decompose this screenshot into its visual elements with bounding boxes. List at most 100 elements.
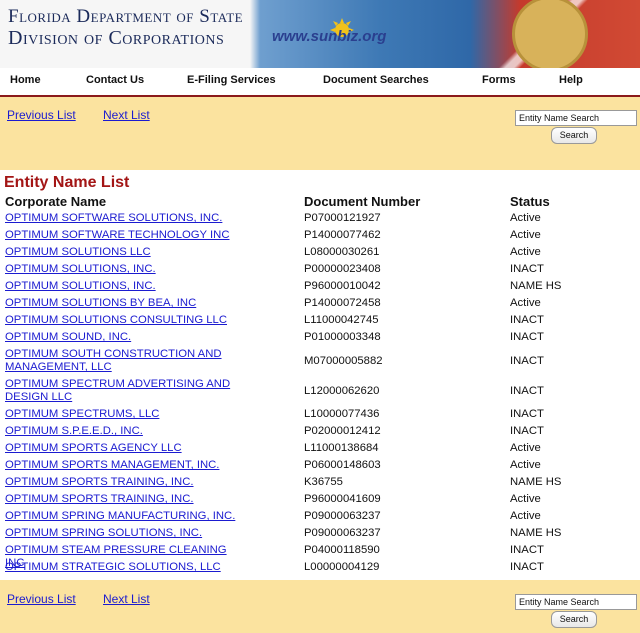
status: Active <box>510 297 541 309</box>
table-row: OPTIMUM SPRING SOLUTIONS, INC. P090000632… <box>0 526 640 543</box>
document-number: L10000077436 <box>304 408 380 420</box>
nav-home[interactable]: Home <box>10 74 41 86</box>
document-number: L11000042745 <box>304 314 379 326</box>
nav-efiling-services[interactable]: E-Filing Services <box>187 74 276 86</box>
status: INACT <box>510 263 544 275</box>
table-row: OPTIMUM SOUTH CONSTRUCTION AND MANAGEMEN… <box>0 347 640 377</box>
bottom-list-navigation: Previous List Next List Entity Name Sear… <box>0 580 640 633</box>
department-title: Florida Department of State <box>8 6 244 27</box>
status: Active <box>510 510 541 522</box>
table-row: OPTIMUM STRATEGIC SOLUTIONS, LLC L0000000… <box>0 560 640 577</box>
table-row: OPTIMUM SOLUTIONS CONSULTING LLC L1100004… <box>0 313 640 330</box>
status: Active <box>510 493 541 505</box>
corporate-name-link[interactable]: OPTIMUM SOLUTIONS BY BEA, INC <box>5 297 245 310</box>
document-number: L08000030261 <box>304 246 380 258</box>
document-number: L12000062620 <box>304 385 380 397</box>
table-row: OPTIMUM SOLUTIONS, INC. P96000010042 NAME … <box>0 279 640 296</box>
results-panel: Entity Name List Corporate Name Document… <box>0 170 640 580</box>
document-number: P04000118590 <box>304 544 380 556</box>
corporate-name-link[interactable]: OPTIMUM SOLUTIONS LLC <box>5 246 245 259</box>
status: INACT <box>510 385 544 397</box>
corporate-name-link[interactable]: OPTIMUM STRATEGIC SOLUTIONS, LLC <box>5 561 245 574</box>
search-button[interactable]: Search <box>551 127 597 144</box>
column-header-document-number: Document Number <box>304 194 421 209</box>
corporate-name-link[interactable]: OPTIMUM S.P.E.E.D., INC. <box>5 425 245 438</box>
document-number: L00000004129 <box>304 561 380 573</box>
table-row: OPTIMUM SPORTS AGENCY LLC L11000138684 Act… <box>0 441 640 458</box>
page-title: Entity Name List <box>4 174 130 191</box>
document-number: P06000148603 <box>304 459 381 471</box>
corporate-name-link[interactable]: OPTIMUM SPECTRUM ADVERTISING AND DESIGN … <box>5 378 245 404</box>
status: NAME HS <box>510 476 562 488</box>
entity-name-search-input-bottom[interactable]: Entity Name Search <box>515 594 637 610</box>
table-row: OPTIMUM STEAM PRESSURE CLEANING INC P0400… <box>0 543 640 569</box>
corporate-name-link[interactable]: OPTIMUM SPORTS TRAINING, INC. <box>5 493 245 506</box>
document-number: P14000077462 <box>304 229 381 241</box>
document-number: M07000005882 <box>304 355 383 367</box>
status: INACT <box>510 355 544 367</box>
main-nav: Home Contact Us E-Filing Services Docume… <box>0 68 640 97</box>
table-row: OPTIMUM SOUND, INC. P01000003348 INACT <box>0 330 640 347</box>
table-row: OPTIMUM SOFTWARE TECHNOLOGY INC P14000077… <box>0 228 640 245</box>
previous-list-link-bottom[interactable]: Previous List <box>7 592 76 606</box>
next-list-link-bottom[interactable]: Next List <box>103 592 150 606</box>
nav-forms[interactable]: Forms <box>482 74 516 86</box>
table-row: OPTIMUM S.P.E.E.D., INC. P02000012412 INAC… <box>0 424 640 441</box>
status: INACT <box>510 544 544 556</box>
status: INACT <box>510 425 544 437</box>
corporate-name-link[interactable]: OPTIMUM SPORTS MANAGEMENT, INC. <box>5 459 245 472</box>
table-row: OPTIMUM SPRING MANUFACTURING, INC. P09000… <box>0 509 640 526</box>
table-row: OPTIMUM SPORTS MANAGEMENT, INC. P06000148… <box>0 458 640 475</box>
column-header-status: Status <box>510 194 550 209</box>
table-row: OPTIMUM SOLUTIONS, INC. P00000023408 INACT <box>0 262 640 279</box>
corporate-name-link[interactable]: OPTIMUM SOFTWARE TECHNOLOGY INC <box>5 229 245 242</box>
corporate-name-link[interactable]: OPTIMUM SPORTS TRAINING, INC. <box>5 476 245 489</box>
next-list-link[interactable]: Next List <box>103 108 150 122</box>
sunbiz-logo-text: www.sunbiz.org <box>272 28 387 45</box>
table-row: OPTIMUM SPECTRUM ADVERTISING AND DESIGN … <box>0 377 640 407</box>
state-seal-icon <box>512 0 588 68</box>
status: Active <box>510 229 541 241</box>
document-number: P01000003348 <box>304 331 381 343</box>
status: NAME HS <box>510 280 562 292</box>
table-row: OPTIMUM SOFTWARE SOLUTIONS, INC. P0700012… <box>0 211 640 228</box>
document-number: P14000072458 <box>304 297 381 309</box>
table-row: OPTIMUM SOLUTIONS BY BEA, INC P1400007245… <box>0 296 640 313</box>
corporate-name-link[interactable]: OPTIMUM SPECTRUMS, LLC <box>5 408 245 421</box>
corporate-name-link[interactable]: OPTIMUM SPRING MANUFACTURING, INC. <box>5 510 245 523</box>
sunbiz-logo[interactable]: www.sunbiz.org <box>272 18 412 58</box>
document-number: P02000012412 <box>304 425 381 437</box>
corporate-name-link[interactable]: OPTIMUM SOLUTIONS, INC. <box>5 263 245 276</box>
previous-list-link[interactable]: Previous List <box>7 108 76 122</box>
column-header-corporate-name: Corporate Name <box>5 194 107 209</box>
entity-name-search-input[interactable]: Entity Name Search <box>515 110 637 126</box>
status: Active <box>510 212 541 224</box>
document-number: K36755 <box>304 476 343 488</box>
nav-document-searches[interactable]: Document Searches <box>323 74 429 86</box>
status: NAME HS <box>510 527 562 539</box>
table-row: OPTIMUM SPECTRUMS, LLC L10000077436 INACT <box>0 407 640 424</box>
document-number: P96000041609 <box>304 493 381 505</box>
top-list-navigation: Previous List Next List Entity Name Sear… <box>0 97 640 170</box>
search-button-bottom[interactable]: Search <box>551 611 597 628</box>
nav-contact-us[interactable]: Contact Us <box>86 74 144 86</box>
table-row: OPTIMUM SOLUTIONS LLC L08000030261 Active <box>0 245 640 262</box>
status: Active <box>510 442 541 454</box>
status: INACT <box>510 314 544 326</box>
nav-help[interactable]: Help <box>559 74 583 86</box>
corporate-name-link[interactable]: OPTIMUM SOUND, INC. <box>5 331 245 344</box>
status: INACT <box>510 408 544 420</box>
corporate-name-link[interactable]: OPTIMUM SOLUTIONS, INC. <box>5 280 245 293</box>
site-banner: Florida Department of State Division of … <box>0 0 640 68</box>
document-number: P09000063237 <box>304 527 381 539</box>
corporate-name-link[interactable]: OPTIMUM SOLUTIONS CONSULTING LLC <box>5 314 245 327</box>
document-number: P07000121927 <box>304 212 381 224</box>
corporate-name-link[interactable]: OPTIMUM SPORTS AGENCY LLC <box>5 442 245 455</box>
corporate-name-link[interactable]: OPTIMUM SOUTH CONSTRUCTION AND MANAGEMEN… <box>5 348 245 374</box>
corporate-name-link[interactable]: OPTIMUM SOFTWARE SOLUTIONS, INC. <box>5 212 245 225</box>
document-number: L11000138684 <box>304 442 379 454</box>
status: INACT <box>510 561 544 573</box>
corporate-name-link[interactable]: OPTIMUM SPRING SOLUTIONS, INC. <box>5 527 245 540</box>
table-row: OPTIMUM SPORTS TRAINING, INC. K36755 NAME … <box>0 475 640 492</box>
document-number: P96000010042 <box>304 280 381 292</box>
